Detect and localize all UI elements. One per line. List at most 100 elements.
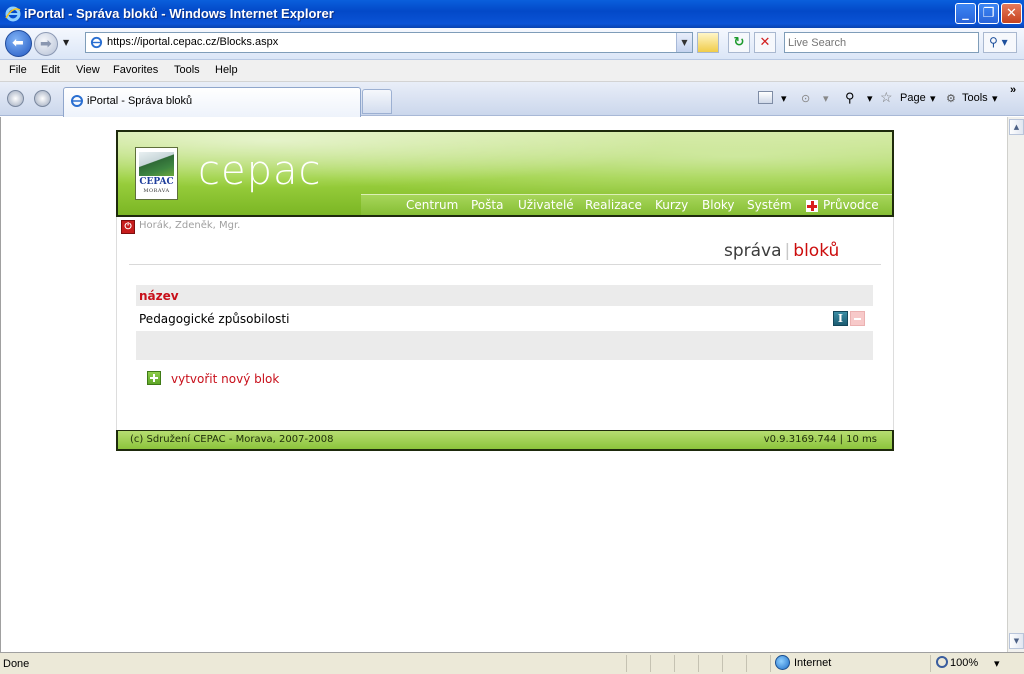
address-bar[interactable]: https://iportal.cepac.cz/Blocks.aspx ▼ <box>85 32 693 53</box>
table-footer <box>136 331 873 360</box>
page-title-separator: | <box>784 241 791 261</box>
favorites-center-icon[interactable] <box>7 90 24 107</box>
row-name[interactable]: Pedagogické způsobilosti <box>139 312 289 326</box>
status-bar: Done <box>0 652 1024 674</box>
menu-favorites[interactable]: Favorites <box>113 64 158 76</box>
address-url[interactable]: https://iportal.cepac.cz/Blocks.aspx <box>107 36 278 48</box>
nav-centrum[interactable]: Centrum <box>406 198 458 212</box>
logo-sub: MORAVA <box>143 188 170 194</box>
nav-kurzy[interactable]: Kurzy <box>655 198 688 212</box>
menu-edit[interactable]: Edit <box>41 64 60 76</box>
zoom-tool-dropdown-icon[interactable]: ▾ <box>867 92 873 105</box>
refresh-button[interactable]: ↻ <box>728 32 750 53</box>
site-nav: Centrum Pošta Uživatelé Realizace Kurzy … <box>361 194 892 215</box>
logo-image <box>139 152 174 176</box>
page-menu[interactable]: Page <box>900 92 926 104</box>
brand-name: cepac <box>198 148 322 194</box>
column-header-name[interactable]: název <box>139 289 179 303</box>
status-divider <box>746 655 747 672</box>
window-title: iPortal - Správa bloků - Windows Interne… <box>24 6 334 21</box>
print-dropdown-icon[interactable]: ▾ <box>823 92 829 105</box>
nav-bloky[interactable]: Bloky <box>702 198 735 212</box>
nav-pruvodce[interactable]: Průvodce <box>823 198 879 212</box>
table-header: název <box>136 285 873 306</box>
print-icon[interactable]: ⊙ <box>801 92 810 105</box>
logout-power-icon[interactable]: ⏻ <box>121 220 135 234</box>
status-divider <box>698 655 699 672</box>
scroll-down-icon[interactable]: ▼ <box>1009 633 1024 649</box>
address-dropdown-icon[interactable]: ▼ <box>676 33 692 52</box>
forward-arrow-icon: ➡ <box>40 36 52 52</box>
table-row[interactable]: Pedagogické způsobilosti I <box>136 309 873 329</box>
tools-menu-dropdown-icon[interactable]: ▾ <box>992 92 998 105</box>
menu-tools[interactable]: Tools <box>174 64 200 76</box>
search-button[interactable]: ⚲ ▾ <box>983 32 1017 53</box>
feeds-dropdown-icon[interactable]: ▾ <box>781 92 787 105</box>
edit-info-icon[interactable]: I <box>833 311 848 326</box>
history-dropdown-icon[interactable]: ▼ <box>63 38 69 47</box>
status-divider <box>722 655 723 672</box>
nav-system[interactable]: Systém <box>747 198 792 212</box>
live-search-box[interactable] <box>784 32 979 53</box>
nav-uzivatele[interactable]: Uživatelé <box>518 198 574 212</box>
nav-posta[interactable]: Pošta <box>471 198 503 212</box>
delete-minus-icon[interactable] <box>850 311 865 326</box>
menu-bar: File Edit View Favorites Tools Help <box>0 60 1024 82</box>
page-title: správa | bloků <box>724 241 839 261</box>
status-divider <box>674 655 675 672</box>
add-plus-icon[interactable] <box>147 371 161 385</box>
page-icon: ☆ <box>880 89 893 105</box>
menu-view[interactable]: View <box>76 64 100 76</box>
new-tab-button[interactable] <box>362 89 392 114</box>
chevron-more-icon[interactable]: » <box>1010 84 1016 96</box>
scroll-up-icon[interactable]: ▲ <box>1009 119 1024 135</box>
tab-favicon-icon <box>71 95 83 107</box>
feeds-icon[interactable] <box>758 91 773 104</box>
tools-gear-icon: ⚙ <box>946 93 956 105</box>
security-lock-icon[interactable] <box>697 32 719 53</box>
stop-button[interactable]: ✕ <box>754 32 776 53</box>
logo-name: CEPAC <box>139 177 174 187</box>
menu-help[interactable]: Help <box>215 64 238 76</box>
tab-label: iPortal - Správa bloků <box>87 95 193 107</box>
status-divider <box>770 655 771 672</box>
restore-button[interactable]: ❐ <box>978 3 999 24</box>
search-input[interactable] <box>788 34 976 52</box>
page-menu-dropdown-icon[interactable]: ▾ <box>930 92 936 105</box>
zoom-dropdown-icon[interactable]: ▾ <box>994 657 1000 670</box>
logged-user: Horák, Zdeněk, Mgr. <box>139 220 241 231</box>
red-cross-icon <box>806 200 818 212</box>
title-divider <box>129 264 881 265</box>
add-favorites-icon[interactable] <box>34 90 51 107</box>
search-icon: ⚲ <box>989 35 998 49</box>
footer-copyright: (c) Sdružení CEPAC - Morava, 2007-2008 <box>130 434 334 445</box>
forward-button[interactable]: ➡ <box>34 32 58 56</box>
footer-version: v0.9.3169.744 | 10 ms <box>763 434 877 445</box>
status-divider <box>626 655 627 672</box>
site-footer: (c) Sdružení CEPAC - Morava, 2007-2008 v… <box>116 430 894 451</box>
status-text: Done <box>3 658 30 670</box>
zoom-level[interactable]: 100% <box>950 657 978 669</box>
menu-file[interactable]: File <box>9 64 27 76</box>
ie-logo-icon <box>5 6 21 22</box>
tab-active[interactable]: iPortal - Správa bloků <box>63 87 361 117</box>
vertical-scrollbar[interactable]: ▲ ▼ <box>1007 117 1024 652</box>
site-banner: CEPAC MORAVA cepac Centrum Pošta Uživate… <box>116 130 894 217</box>
security-zone[interactable]: Internet <box>794 657 831 669</box>
nav-realizace[interactable]: Realizace <box>585 198 642 212</box>
back-button[interactable]: ⬅ <box>5 30 32 57</box>
minimize-button[interactable]: _ <box>955 3 976 24</box>
status-divider <box>930 655 931 672</box>
zoom-icon[interactable] <box>936 656 948 668</box>
window-titlebar: iPortal - Správa bloků - Windows Interne… <box>0 0 1024 28</box>
tools-menu[interactable]: Tools <box>962 92 988 104</box>
page-title-part2: bloků <box>793 241 840 261</box>
status-divider <box>650 655 651 672</box>
close-button[interactable]: ✕ <box>1001 3 1022 24</box>
page-title-part1: správa <box>724 241 782 261</box>
back-arrow-icon: ⬅ <box>12 35 24 51</box>
page-favicon-icon <box>90 36 103 49</box>
create-block-link[interactable]: vytvořit nový blok <box>171 372 279 386</box>
cepac-logo[interactable]: CEPAC MORAVA <box>135 147 178 200</box>
zoom-tool-icon[interactable]: ⚲ <box>845 90 855 106</box>
